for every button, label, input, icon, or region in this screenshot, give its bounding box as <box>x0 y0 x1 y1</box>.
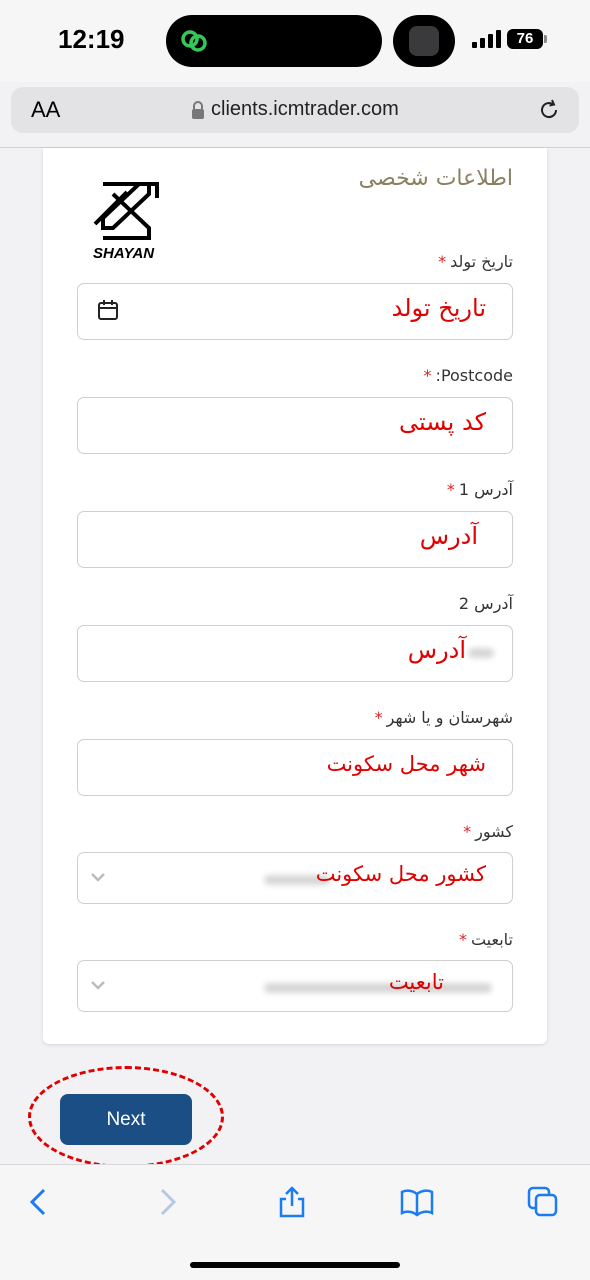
label-country: کشور* <box>463 822 513 841</box>
nationality-value: تابعیت <box>388 970 444 994</box>
logo-text: SHAYAN <box>93 245 155 262</box>
label-address-1: آدرس 1* <box>446 480 513 499</box>
country-select[interactable]: کشور محل سکونت <box>77 852 513 904</box>
section-title: اطلاعات شخصی <box>358 166 513 191</box>
nationality-select[interactable]: تابعیت <box>77 960 513 1012</box>
share-icon[interactable] <box>275 1185 309 1219</box>
battery-level: 76 <box>507 29 543 49</box>
battery-tip <box>544 35 547 43</box>
dynamic-island <box>166 15 382 67</box>
birth-date-input[interactable]: تاریخ تولد <box>77 283 513 340</box>
home-indicator <box>190 1262 400 1268</box>
next-button[interactable]: Next <box>60 1094 192 1145</box>
label-address-2: آدرس 2 <box>458 594 513 613</box>
postcode-input[interactable]: کد پستی <box>77 397 513 454</box>
personal-info-card: اطلاعات شخصی SHAYAN تاریخ تولد* تاریخ تو… <box>43 148 547 1044</box>
label-postcode: Postcode:* <box>423 366 513 385</box>
page-content: اطلاعات شخصی SHAYAN تاریخ تولد* تاریخ تو… <box>0 148 590 1168</box>
link-activity-icon <box>181 30 207 52</box>
redacted-text <box>468 648 494 658</box>
forward-icon[interactable] <box>150 1185 184 1219</box>
chevron-down-icon[interactable] <box>88 975 108 995</box>
camera-indicator <box>393 15 455 67</box>
redacted-text <box>264 983 492 993</box>
bookmarks-icon[interactable] <box>400 1185 434 1219</box>
address-2-value: آدرس <box>407 636 466 664</box>
clock: 12:19 <box>58 24 125 54</box>
reload-icon[interactable] <box>537 98 561 122</box>
tabs-icon[interactable] <box>526 1185 560 1219</box>
text-size-button[interactable]: AA <box>31 97 60 123</box>
address-1-input[interactable]: آدرس <box>77 511 513 568</box>
back-icon[interactable] <box>22 1185 56 1219</box>
status-bar: 12:19 76 <box>0 0 590 82</box>
address-2-input[interactable]: آدرس <box>77 625 513 682</box>
label-city: شهرستان و یا شهر* <box>374 708 513 727</box>
address-1-value: آدرس <box>419 522 478 550</box>
url-text[interactable]: clients.icmtrader.com <box>211 98 399 121</box>
cellular-signal-icon <box>472 30 501 48</box>
lock-icon <box>192 101 204 119</box>
chevron-down-icon[interactable] <box>88 867 108 887</box>
postcode-value: کد پستی <box>399 408 486 436</box>
country-value: کشور محل سکونت <box>315 862 486 886</box>
label-birth-date: تاریخ تولد* <box>438 252 513 271</box>
shayan-logo: SHAYAN <box>93 182 159 262</box>
label-nationality: تابعیت* <box>458 930 513 949</box>
birth-date-value: تاریخ تولد <box>391 294 486 322</box>
calendar-icon[interactable] <box>96 298 120 322</box>
address-bar[interactable]: AA clients.icmtrader.com <box>11 87 579 133</box>
city-value: شهر محل سکونت <box>326 752 486 776</box>
city-input[interactable]: شهر محل سکونت <box>77 739 513 796</box>
